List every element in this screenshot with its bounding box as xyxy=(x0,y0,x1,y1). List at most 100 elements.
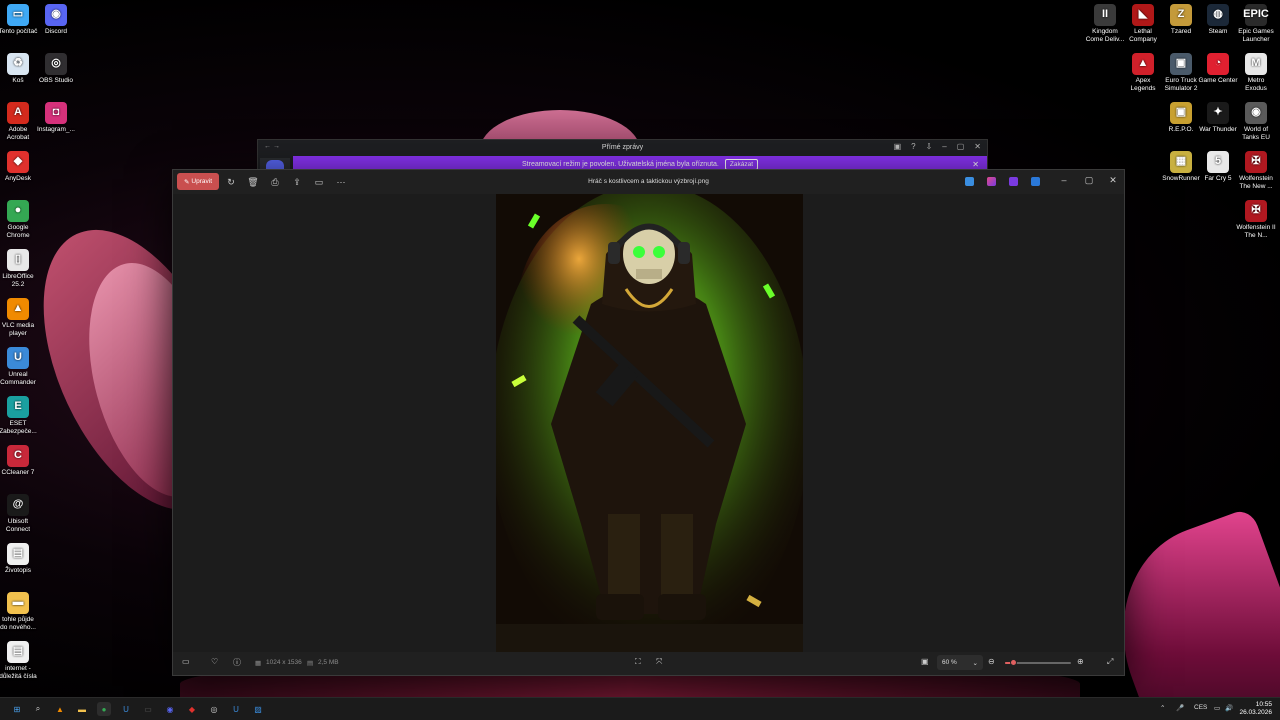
desktop-icon-instagram[interactable]: ◘ Instagram_... xyxy=(36,102,76,134)
search-icon[interactable]: ⌕ xyxy=(31,702,45,716)
disable-streamer-mode-button[interactable]: Zakázat xyxy=(724,158,758,170)
desktop-icon-libreoffice[interactable]: ▯ LibreOffice 25.2 xyxy=(0,249,38,288)
crop-icon[interactable]: ⛶ xyxy=(635,657,641,667)
maximize-icon[interactable]: ▢ xyxy=(1083,175,1095,186)
desktop-icon-ccleaner[interactable]: C CCleaner 7 xyxy=(0,445,38,477)
desktop-icon-far-cry-5[interactable]: 5 Far Cry 5 xyxy=(1198,151,1238,183)
edit-button[interactable]: ✎ Upravit xyxy=(177,173,219,190)
desktop-icon-snowrunner[interactable]: ▦ SnowRunner xyxy=(1161,151,1201,183)
anydesk-taskbar-icon[interactable]: ◆ xyxy=(185,702,199,716)
desktop-icon-label: Wolfenstein II The N... xyxy=(1236,224,1276,239)
ubisoft-icon: @ xyxy=(7,494,29,516)
zoom-dropdown[interactable]: 60 % ⌄ xyxy=(937,655,983,670)
help-icon[interactable]: ? xyxy=(911,142,915,151)
desktop-icon-chrome[interactable]: ● Google Chrome xyxy=(0,200,38,239)
desktop-icon-tzared[interactable]: Z Tzared xyxy=(1161,4,1201,36)
text-file-icon: ▤ xyxy=(7,641,29,663)
desktop-icon-epic-games[interactable]: EPIC Epic Games Launcher xyxy=(1236,4,1276,43)
desktop-icon-kingdom-come[interactable]: II Kingdom Come Deliv... xyxy=(1085,4,1125,43)
file-explorer-icon[interactable]: ▬ xyxy=(75,702,89,716)
desktop-icon-repo[interactable]: ▣ R.E.P.O. xyxy=(1161,102,1201,134)
zoom-in-icon[interactable]: ⊕ xyxy=(1077,657,1084,666)
erase-icon[interactable]: ⤧ xyxy=(656,657,662,667)
back-forward-icon[interactable]: ← → xyxy=(264,143,280,150)
print-icon[interactable]: ⎙ xyxy=(269,176,281,188)
start-icon[interactable]: ⊞ xyxy=(10,702,24,716)
desktop-icon-world-of-tanks[interactable]: ◉ World of Tanks EU xyxy=(1236,102,1276,141)
zoom-out-icon[interactable]: ⊖ xyxy=(988,657,995,666)
vlc-taskbar-icon[interactable]: ▲ xyxy=(53,702,67,716)
designer-app-icon[interactable] xyxy=(965,177,974,186)
desktop-icon-lethal-company[interactable]: ◣ Lethal Company xyxy=(1123,4,1163,43)
minimize-icon[interactable]: – xyxy=(1058,175,1070,185)
snowrunner-icon: ▦ xyxy=(1170,151,1192,173)
desktop-icon-metro-exodus[interactable]: M Metro Exodus xyxy=(1236,53,1276,92)
network-icon[interactable]: ▭ xyxy=(1214,704,1220,712)
share-icon[interactable]: ⇪ xyxy=(291,176,303,188)
desktop-icon-steam[interactable]: ◍ Steam xyxy=(1198,4,1238,36)
close-icon[interactable]: ✕ xyxy=(1107,175,1119,186)
slideshow-icon[interactable]: ▭ xyxy=(313,176,325,188)
desktop-icon-label: Adobe Acrobat xyxy=(6,126,30,141)
skeleton-gamer-image[interactable] xyxy=(496,194,803,652)
close-icon[interactable]: ✕ xyxy=(974,142,981,151)
zoom-slider-knob[interactable] xyxy=(1009,659,1017,666)
wolfenstein-2-icon: ✠ xyxy=(1245,200,1267,222)
clock[interactable]: 10:55 26.03.2026 xyxy=(1239,701,1272,717)
kingdom-come-icon: II xyxy=(1094,4,1116,26)
vlc-icon: ▲ xyxy=(7,298,29,320)
desktop-icon-apex-legends[interactable]: ▲ Apex Legends xyxy=(1123,53,1163,92)
desktop-icon-document[interactable]: ▤ Životopis xyxy=(0,543,38,575)
desktop-icon-unreal-commander[interactable]: U Unreal Commander xyxy=(0,347,38,386)
filmstrip-icon[interactable]: ▭ xyxy=(182,657,190,666)
desktop-icon-computer[interactable]: ▭ Tento počítač xyxy=(0,4,38,36)
fit-screen-icon[interactable]: ▣ xyxy=(921,657,929,666)
favorite-icon[interactable]: ♡ xyxy=(211,657,218,666)
clipchamp-icon[interactable] xyxy=(1009,177,1018,186)
desktop-icon-folder[interactable]: ▬ tohle půjde do nového... xyxy=(0,592,38,631)
photos-taskbar-icon[interactable]: ▨ xyxy=(251,702,265,716)
computer-icon: ▭ xyxy=(7,4,29,26)
microphone-icon[interactable]: 🎤 xyxy=(1176,704,1184,712)
desktop-icon-recycle-bin[interactable]: ♻ Koš xyxy=(0,53,38,85)
delete-icon[interactable]: 🗑 xyxy=(247,176,259,188)
desktop-icon-wolfenstein[interactable]: ✠ Wolfenstein The New ... xyxy=(1236,151,1276,190)
terminal-icon[interactable]: ▭ xyxy=(141,702,155,716)
desktop-icon-game-center[interactable]: ◔ Game Center xyxy=(1198,53,1238,85)
onedrive-icon[interactable] xyxy=(1031,177,1040,186)
desktop-icon-label: Apex Legends xyxy=(1130,77,1156,92)
taskbar: ⊞ ⌕ ▲ ▬ ● U ▭ ◉ ◆ ◎ U ▨ ⌃ 🎤 CES ▭ 🔊 10:5… xyxy=(0,697,1280,720)
rotate-icon[interactable]: ↻ xyxy=(225,176,237,188)
volume-icon[interactable]: 🔊 xyxy=(1225,704,1233,712)
unreal-taskbar-icon-2[interactable]: U xyxy=(229,702,243,716)
minimize-icon[interactable]: – xyxy=(942,142,946,151)
copilot-icon[interactable] xyxy=(987,177,996,186)
discord-taskbar-icon[interactable]: ◉ xyxy=(163,702,177,716)
unreal-commander-taskbar-icon[interactable]: U xyxy=(119,702,133,716)
desktop-icon-anydesk[interactable]: ◆ AnyDesk xyxy=(0,151,38,183)
language-indicator[interactable]: CES xyxy=(1194,704,1207,711)
desktop-icon-war-thunder[interactable]: ✦ War Thunder xyxy=(1198,102,1238,134)
download-icon[interactable]: ⇩ xyxy=(926,142,933,151)
desktop-icon-vlc[interactable]: ▲ VLC media player xyxy=(0,298,38,337)
desktop-icon-ubisoft[interactable]: @ Ubisoft Connect xyxy=(0,494,38,533)
desktop-icon-acrobat[interactable]: A Adobe Acrobat xyxy=(0,102,38,141)
desktop-icon-text-file[interactable]: ▤ internet - důležitá čísla xyxy=(0,641,38,680)
game-center-icon: ◔ xyxy=(1207,53,1229,75)
zoom-slider[interactable] xyxy=(1005,659,1071,666)
image-canvas[interactable] xyxy=(173,194,1124,652)
close-banner-icon[interactable]: ✕ xyxy=(972,160,979,169)
obs-taskbar-icon[interactable]: ◎ xyxy=(207,702,221,716)
desktop-icon-eset[interactable]: E ESET Zabezpeče... xyxy=(0,396,38,435)
maximize-icon[interactable]: ▢ xyxy=(957,142,965,151)
desktop-icon-wolfenstein-2[interactable]: ✠ Wolfenstein II The N... xyxy=(1236,200,1276,239)
fullscreen-icon[interactable]: ⤢ xyxy=(1107,657,1113,667)
desktop-icon-discord[interactable]: ◉ Discord xyxy=(36,4,76,36)
tray-overflow-icon[interactable]: ⌃ xyxy=(1160,704,1165,712)
inbox-icon[interactable]: ▣ xyxy=(894,142,902,151)
desktop-icon-euro-truck[interactable]: ▣ Euro Truck Simulator 2 xyxy=(1161,53,1201,92)
desktop-icon-obs[interactable]: ◎ OBS Studio xyxy=(36,53,76,85)
info-icon[interactable]: ⓘ xyxy=(233,657,241,668)
more-options-icon[interactable]: ⋯ xyxy=(335,176,347,188)
chrome-taskbar-icon[interactable]: ● xyxy=(97,702,111,716)
